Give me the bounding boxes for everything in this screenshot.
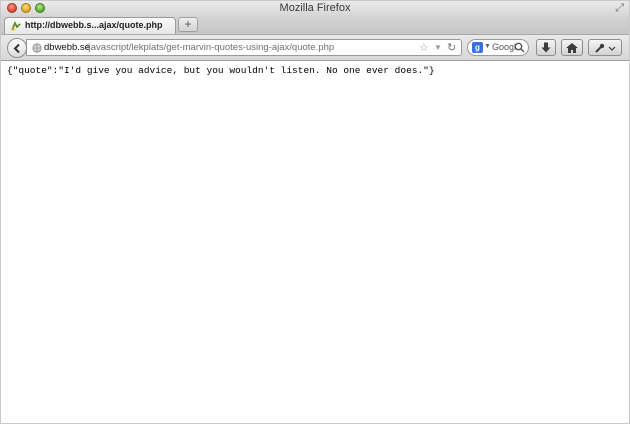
tab-quote-php[interactable]: http://dbwebb.s...ajax/quote.php (4, 17, 176, 34)
home-button[interactable] (561, 39, 583, 56)
download-icon (541, 42, 551, 52)
search-input[interactable]: Googl (492, 42, 516, 52)
search-engine-dropdown-icon[interactable]: ▼ (484, 43, 491, 50)
title-bar: Mozilla Firefox ⤢ (0, 0, 630, 16)
fullscreen-icon[interactable]: ⤢ (615, 2, 624, 15)
json-response-text: {"quote":"I'd give you advice, but you w… (7, 65, 435, 76)
back-arrow-icon (13, 43, 20, 54)
url-domain: dbwebb.se (44, 42, 90, 53)
wrench-icon (595, 43, 616, 53)
downloads-button[interactable] (536, 39, 556, 56)
window-title: Mozilla Firefox (279, 2, 351, 14)
url-path: /javascript/lekplats/get-marvin-quotes-u… (86, 42, 335, 53)
search-icon[interactable] (514, 42, 525, 53)
back-button[interactable] (7, 38, 27, 58)
bookmark-star-icon[interactable]: ☆ (419, 41, 429, 54)
reload-icon[interactable]: ↻ (447, 41, 456, 54)
favicon-icon (11, 21, 21, 31)
tab-strip: http://dbwebb.s...ajax/quote.php + (0, 16, 630, 35)
page-content: {"quote":"I'd give you advice, but you w… (0, 61, 630, 424)
navigation-bar: dbwebb.se /javascript/lekplats/get-marvi… (0, 35, 630, 61)
tab-label: http://dbwebb.s...ajax/quote.php (25, 20, 163, 30)
home-icon (566, 42, 578, 53)
new-tab-button[interactable]: + (178, 17, 198, 32)
google-icon[interactable]: g (472, 42, 483, 53)
browser-window: Mozilla Firefox ⤢ http://dbwebb.s...ajax… (0, 0, 630, 424)
globe-icon (32, 43, 42, 53)
search-bar[interactable]: g ▼ Googl (467, 39, 529, 56)
url-bar[interactable]: dbwebb.se /javascript/lekplats/get-marvi… (26, 39, 462, 56)
history-dropdown-icon[interactable]: ▼ (434, 43, 442, 52)
tools-menu-button[interactable] (588, 39, 622, 56)
